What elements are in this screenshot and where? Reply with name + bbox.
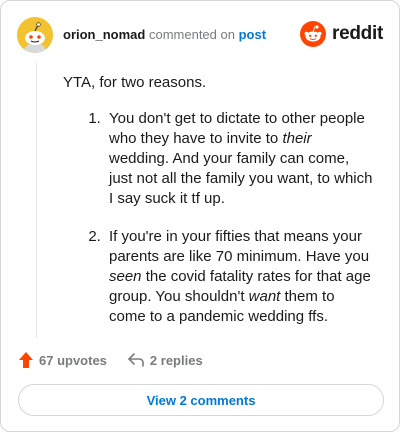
comment-actions: 67 upvotes 2 replies	[18, 349, 203, 371]
emphasis-text: their	[282, 130, 312, 147]
emphasis-text: want	[248, 288, 281, 305]
view-comments-button[interactable]: View 2 comments	[18, 384, 384, 416]
comment-reasons-list: You don't get to dictate to other people…	[63, 109, 373, 327]
upvote-button[interactable]: 67 upvotes	[18, 351, 107, 369]
replies-button[interactable]: 2 replies	[127, 352, 203, 368]
upvote-arrow-icon	[19, 352, 33, 368]
comment-body: YTA, for two reasons. You don't get to d…	[63, 73, 373, 345]
upvote-count: 67 upvotes	[39, 352, 107, 368]
commented-on-text: commented on	[148, 27, 235, 42]
reply-count: 2 replies	[149, 352, 203, 368]
comment-embed-card: orion_nomad commented on post reddit YTA…	[0, 0, 400, 432]
list-item: You don't get to dictate to other people…	[105, 109, 373, 209]
thread-line[interactable]	[36, 63, 37, 338]
reddit-logo-icon	[300, 21, 327, 47]
comment-header: orion_nomad commented on post reddit	[17, 17, 383, 53]
comment-intro: YTA, for two reasons.	[63, 74, 207, 91]
reddit-brand[interactable]: reddit	[300, 19, 383, 49]
username-link[interactable]: orion_nomad	[63, 27, 145, 42]
brand-wordmark: reddit	[332, 23, 383, 44]
reply-arrow-icon	[128, 353, 144, 367]
post-link[interactable]: post	[239, 27, 266, 42]
list-item: If you're in your fifties that means you…	[105, 227, 373, 327]
emphasis-text: seen	[109, 268, 142, 285]
snoo-avatar-icon[interactable]	[17, 17, 53, 53]
comment-byline: orion_nomad commented on post	[63, 27, 266, 43]
